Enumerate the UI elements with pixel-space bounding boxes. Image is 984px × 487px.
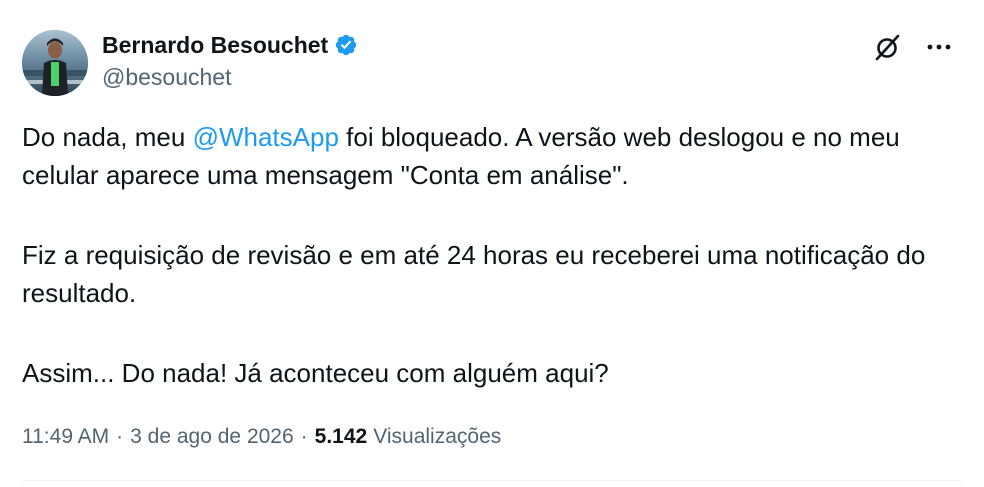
mention-link[interactable]: @WhatsApp bbox=[193, 122, 339, 152]
tweet-meta: 11:49 AM · 3 de ago de 2026 · 5.142 Visu… bbox=[22, 425, 501, 449]
divider bbox=[22, 480, 962, 481]
verified-badge-icon[interactable] bbox=[334, 33, 358, 57]
handle[interactable]: @besouchet bbox=[102, 64, 358, 91]
tweet-text: Do nada, meu @WhatsApp foi bloqueado. A … bbox=[22, 118, 952, 392]
views-label: Visualizações bbox=[373, 425, 502, 448]
display-name[interactable]: Bernardo Besouchet bbox=[102, 32, 328, 59]
grok-icon[interactable] bbox=[872, 32, 902, 62]
tweet-paragraph-2: Fiz a requisição de revisão e em até 24 … bbox=[22, 240, 926, 308]
tweet-paragraph-1: Do nada, meu @WhatsApp foi bloqueado. A … bbox=[22, 118, 952, 194]
meta-separator: · bbox=[116, 425, 124, 448]
more-options-icon[interactable] bbox=[924, 32, 954, 62]
tweet-text-segment: Do nada, meu bbox=[22, 122, 193, 152]
avatar[interactable] bbox=[22, 30, 88, 96]
top-actions bbox=[872, 32, 954, 62]
tweet: Bernardo Besouchet @besouchet Do nada, m… bbox=[0, 0, 984, 487]
meta-separator: · bbox=[300, 425, 308, 448]
name-row: Bernardo Besouchet bbox=[102, 30, 358, 60]
timestamp-time[interactable]: 11:49 AM bbox=[22, 425, 109, 449]
timestamp-date[interactable]: 3 de ago de 2026 bbox=[130, 425, 294, 449]
author-block: Bernardo Besouchet @besouchet bbox=[102, 30, 358, 91]
views-count: 5.142 bbox=[314, 425, 368, 448]
avatar-image bbox=[22, 30, 88, 96]
tweet-paragraph-3: Assim... Do nada! Já aconteceu com algué… bbox=[22, 358, 609, 388]
